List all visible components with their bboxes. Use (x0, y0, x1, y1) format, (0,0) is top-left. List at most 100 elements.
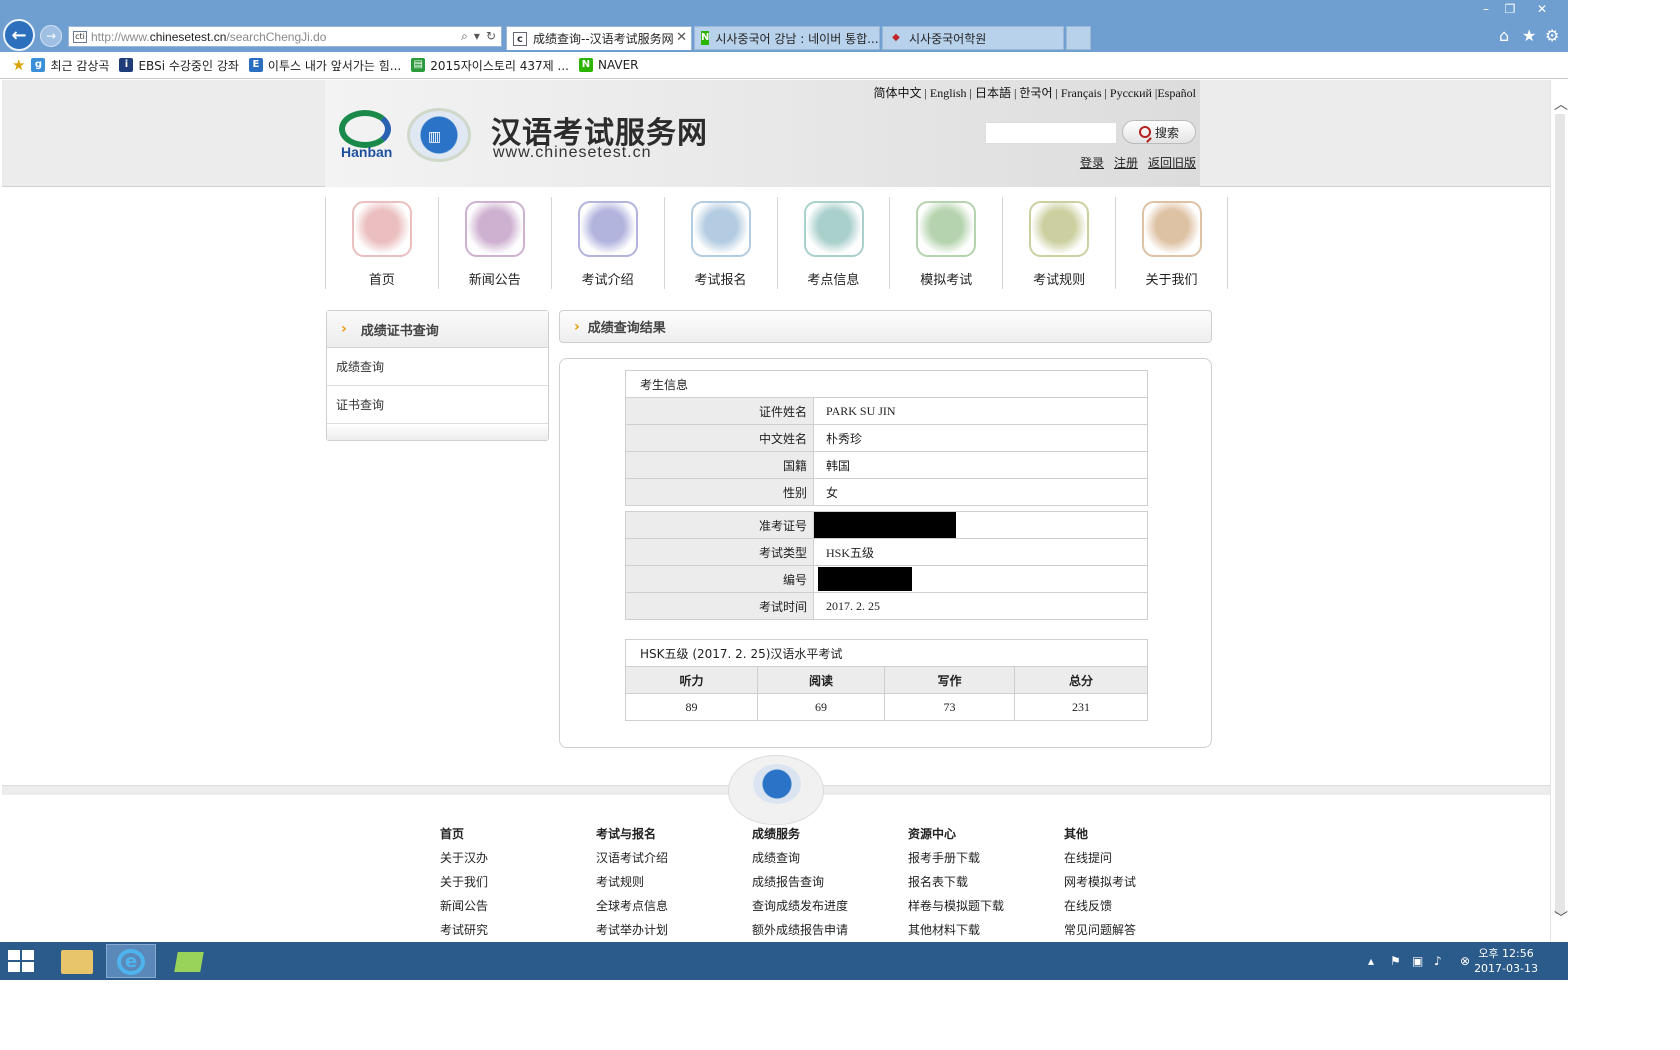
tab-naver[interactable]: N 시사중국어 강남 : 네이버 통합... (694, 26, 880, 50)
naver-icon: N (578, 58, 593, 72)
site-header: Hanban ▥ 汉语考试服务网 www.chinesetest.cn 简体中文… (325, 80, 1200, 187)
favorites-star-icon[interactable]: ★ (12, 56, 25, 74)
redacted-block (814, 512, 956, 538)
new-tab-button[interactable] (1066, 26, 1091, 50)
restore-icon[interactable]: ❐ (1498, 0, 1522, 18)
scrollbar-thumb[interactable] (1555, 114, 1565, 914)
network-icon[interactable]: ▣ (1412, 954, 1423, 968)
favorite-link[interactable]: E 이투스 내가 앞서가는 힘... (248, 57, 401, 74)
chevron-up-icon[interactable]: ︿ (1554, 94, 1568, 114)
register-link[interactable]: 注册 (1114, 156, 1138, 170)
clock[interactable]: 오후 12:56 2017-03-13 (1474, 946, 1538, 976)
hanban-logo-icon (339, 110, 391, 148)
sidebar-item-certificate-query[interactable]: 证书查询 (327, 386, 548, 424)
nav-item-news[interactable]: 新闻公告 (437, 197, 551, 289)
footer-column: 首页 关于汉办 关于我们 新闻公告 考试研究 (440, 827, 489, 937)
brush-icon (690, 201, 751, 257)
book-scroll-icon (577, 201, 638, 257)
windows-start-button[interactable] (8, 950, 36, 974)
close-tab-icon[interactable]: ✕ (676, 30, 687, 45)
flag-icon[interactable]: ⚑ (1390, 954, 1401, 968)
gear-icon[interactable]: ⚙ (1545, 26, 1559, 45)
chevron-down-icon[interactable]: ﹀ (1554, 908, 1568, 928)
site-url: www.chinesetest.cn (493, 144, 652, 161)
address-bar[interactable]: cti http://www.chinesetest.cn/searchChen… (68, 26, 502, 47)
nav-item-exam-intro[interactable]: 考试介绍 (550, 197, 664, 289)
favorite-icon: ▤ (411, 58, 426, 72)
table-row: 考试类型 HSK五级 (625, 538, 1148, 566)
nav-item-home[interactable]: 首页 (325, 197, 438, 289)
url-text: http://www.chinesetest.cn/searchChengJi.… (91, 29, 327, 44)
sidebar-title: › 成绩证书查询 (327, 311, 548, 348)
bronze-vessel-icon (1029, 201, 1090, 257)
close-window-icon[interactable]: ✕ (1530, 0, 1554, 18)
hanban-seal-icon (753, 764, 801, 804)
clock-time: 오후 12:56 (1478, 947, 1534, 960)
file-explorer-icon[interactable] (52, 944, 102, 978)
favorites-bar: ★ g 최근 감상곡 i EBSi 수강중인 강좌 E 이투스 내가 앞서가는 힘..… (0, 52, 1568, 79)
favorite-link[interactable]: i EBSi 수강중인 강좌 (119, 57, 239, 74)
nav-item-test-centers[interactable]: 考点信息 (776, 197, 890, 289)
table-row: 编号 (625, 565, 1148, 593)
libraries-icon[interactable] (164, 944, 214, 978)
table-header-row: 听力 阅读 写作 总分 (625, 666, 1148, 694)
table-row: 考试时间 2017. 2. 25 (625, 592, 1148, 620)
results-panel: 考生信息 证件姓名 PARK SU JIN 中文姓名 朴秀珍 国籍 韩国 性别女 准考… (559, 358, 1212, 748)
news-scroll-icon (464, 201, 525, 257)
table-row: 中文姓名 朴秀珍 (625, 424, 1148, 452)
volume-icon[interactable]: ♪ (1434, 954, 1442, 968)
refresh-icon[interactable]: ↻ (486, 29, 496, 44)
old-version-link[interactable]: 返回旧版 (1148, 156, 1196, 170)
minimize-icon[interactable]: – (1474, 0, 1498, 18)
hanban-logo[interactable]: Hanban (333, 110, 399, 162)
tab-sisa[interactable]: ◆ 시사중국어학원 (882, 26, 1064, 50)
footer-links: 首页 关于汉办 关于我们 新闻公告 考试研究 考试与报名 汉语考试介绍 考试规则 全球考点信息… (440, 825, 1220, 942)
back-button[interactable]: ← (3, 19, 35, 51)
user-links: 登录 注册 返回旧版 (1070, 154, 1196, 171)
chevron-right-icon: › (574, 318, 580, 335)
vertical-scrollbar[interactable]: ︿ ﹀ (1550, 80, 1568, 942)
shield-icon: ◆ (892, 32, 900, 43)
sidebar-footer (327, 424, 548, 440)
nav-item-mock-exam[interactable]: 模拟考试 (889, 197, 1002, 289)
internet-explorer-icon[interactable]: e (106, 944, 156, 978)
favorite-link[interactable]: g 최근 감상곡 (31, 57, 109, 74)
hanban-international-logo[interactable]: ▥ (407, 108, 471, 162)
chevron-up-icon[interactable]: ▴ (1368, 954, 1374, 968)
table-row: 性别女 (625, 478, 1148, 506)
nav-item-exam-rules[interactable]: 考试规则 (1002, 197, 1115, 289)
site-favicon-icon: cti (73, 30, 87, 43)
tab-label: 시사중국어학원 (909, 31, 987, 46)
nav-item-about[interactable]: 关于我们 (1115, 197, 1228, 289)
forward-button[interactable]: → (40, 25, 62, 47)
columns-icon: ▥ (428, 129, 442, 145)
chevron-right-icon: › (341, 321, 347, 337)
language-links[interactable]: 简体中文 | English | 日本語 | 한국어 | Français | … (873, 84, 1196, 101)
search-button[interactable]: 搜索 (1122, 120, 1196, 144)
close-circle-icon[interactable]: ⊗ (1460, 954, 1470, 968)
nav-item-registration[interactable]: 考试报名 (663, 197, 777, 289)
home-icon[interactable]: ⌂ (1499, 26, 1509, 45)
tab-chinesetest[interactable]: c 成绩查询--汉语考试服务网 ✕ (506, 26, 692, 50)
sidebar-item-score-query[interactable]: 成绩查询 (327, 348, 548, 386)
favorite-link[interactable]: N NAVER (578, 58, 639, 72)
footer-column: 其他 在线提问 网考模拟考试 在线反馈 常见问题解答 (1064, 827, 1137, 937)
sidebar: › 成绩证书查询 成绩查询 证书查询 (326, 310, 549, 441)
footer-column: 考试与报名 汉语考试介绍 考试规则 全球考点信息 考试举办计划 (596, 827, 669, 937)
login-link[interactable]: 登录 (1080, 156, 1104, 170)
favorites-star-icon[interactable]: ★ (1522, 26, 1536, 45)
favorite-icon: E (248, 58, 263, 72)
dropdown-icon[interactable]: ▾ (474, 29, 480, 44)
search-icon[interactable]: ⌕ (461, 29, 468, 44)
hanban-logo-text: Hanban (341, 144, 393, 160)
footer-column: 资源中心 报考手册下载 报名表下载 样卷与模拟题下载 其他材料下载 (908, 827, 1005, 937)
table-row: 国籍 韩国 (625, 451, 1148, 479)
search-input[interactable] (985, 122, 1117, 144)
favorite-link[interactable]: ▤ 2015자이스토리 437제 ... (411, 57, 569, 74)
gate-icon (803, 201, 864, 257)
table-caption: 考生信息 (625, 370, 1148, 398)
redacted-block (818, 567, 912, 591)
score-table: HSK五级 (2017. 2. 25)汉语水平考试 听力 阅读 写作 总分 89… (625, 639, 1148, 721)
footer-column: 成绩服务 成绩查询 成绩报告查询 查询成绩发布进度 额外成绩报告申请 (752, 827, 849, 937)
table-row: 89 69 73 231 (625, 693, 1148, 721)
